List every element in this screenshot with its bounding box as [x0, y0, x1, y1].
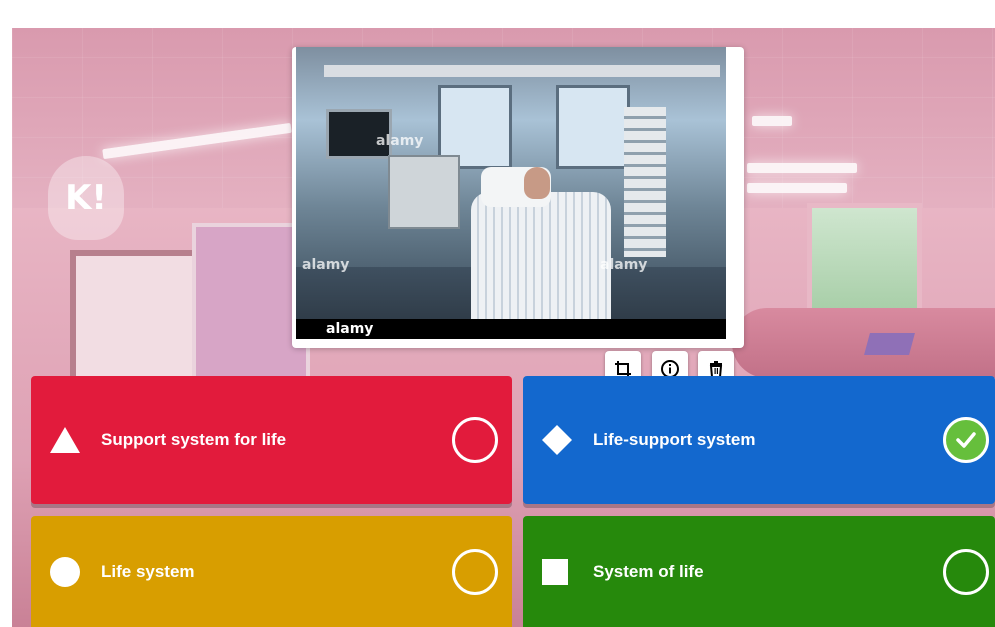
square-icon [542, 558, 568, 585]
ventilator [388, 155, 460, 229]
school-crest-logo: K! [48, 156, 124, 240]
brand-watermark: alamy [326, 321, 374, 337]
answer-option-circle[interactable]: Life system [31, 516, 512, 627]
classroom-window [807, 203, 922, 313]
answer-option-triangle[interactable]: Support system for life [31, 376, 512, 504]
patient [524, 167, 550, 199]
answer-label: Support system for life [101, 430, 287, 449]
answer-select-circle[interactable] [943, 548, 989, 595]
ceiling-light [752, 116, 792, 126]
answer-select-circle[interactable] [452, 548, 498, 595]
watermark-text: alamy [600, 257, 648, 273]
answer-correct-check[interactable] [943, 417, 989, 463]
watermark-text: alamy [376, 133, 424, 149]
ceiling-light [747, 163, 857, 173]
answer-option-square[interactable]: System of life [523, 516, 995, 627]
book [864, 333, 915, 355]
photo-window [556, 85, 630, 169]
infusion-pumps [624, 107, 666, 257]
chalkboard [70, 250, 204, 386]
question-image-card: alamy alamy alamy alamy [292, 47, 744, 387]
answer-label: Life-support system [593, 430, 756, 449]
answer-select-circle[interactable] [452, 417, 498, 463]
question-photo: alamy alamy alamy alamy [296, 47, 726, 339]
watermark-text: alamy [302, 257, 350, 273]
ceiling-rail [324, 65, 720, 77]
ceiling-light [747, 183, 847, 193]
triangle-icon [50, 427, 80, 453]
hospital-bed [471, 192, 611, 339]
circle-icon [50, 556, 80, 587]
diamond-icon [542, 425, 572, 455]
answer-label: Life system [101, 561, 195, 581]
answer-option-diamond[interactable]: Life-support system [523, 376, 995, 504]
desk [732, 308, 995, 378]
answer-label: System of life [593, 561, 704, 581]
checkmark-icon [956, 432, 976, 448]
